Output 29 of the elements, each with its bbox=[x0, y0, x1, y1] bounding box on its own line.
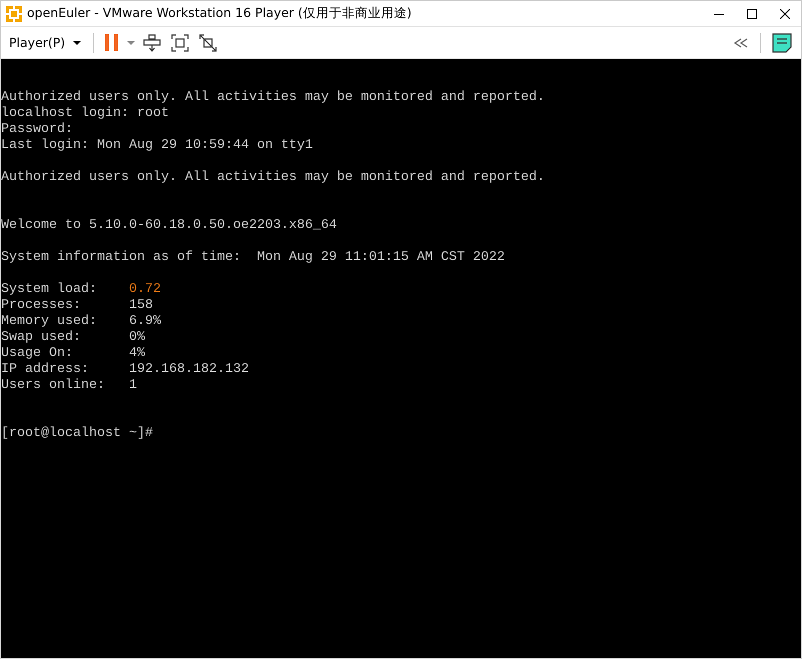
console-line: localhost login: root bbox=[1, 106, 170, 122]
maximize-icon bbox=[746, 8, 756, 18]
console-line: Authorized users only. All activities may be monitored and reported. bbox=[1, 90, 546, 106]
player-menu-button[interactable]: Player(P) bbox=[5, 30, 88, 56]
stat-value: 192.168.182.132 bbox=[129, 362, 249, 378]
stat-value: 0% bbox=[129, 330, 145, 346]
stat-label: Swap used: bbox=[1, 330, 82, 346]
stat-value: 4% bbox=[129, 346, 145, 362]
stat-label: Memory used: bbox=[1, 314, 98, 330]
stat-label: Users online: bbox=[1, 378, 106, 394]
stat-label: Processes: bbox=[1, 298, 82, 314]
console-line: System information as of time: Mon Aug 29 11:01:15 AM CST 2022 bbox=[1, 250, 506, 266]
caret-icon bbox=[73, 40, 82, 44]
console-line: Welcome to 5.10.0-60.18.0.50.oe2203.x86_64 bbox=[1, 218, 338, 234]
console-line: Password: bbox=[1, 122, 74, 138]
window-title: openEuler - VMware Workstation 16 Player (仅用于非商业用途) bbox=[27, 5, 412, 22]
app-logo-icon bbox=[5, 4, 23, 22]
stat-label: IP address: bbox=[1, 362, 90, 378]
console-line: Authorized users only. All activities may be monitored and reported. bbox=[1, 170, 546, 186]
close-icon bbox=[780, 8, 790, 18]
stat-value: 158 bbox=[129, 298, 153, 314]
stat-value: 6.9% bbox=[129, 314, 161, 330]
stat-label: System load: bbox=[1, 282, 98, 298]
stat-value: 0.72 bbox=[129, 282, 161, 298]
console-line: Last login: Mon Aug 29 10:59:44 on tty1 bbox=[1, 138, 314, 154]
console-line: [root@localhost ~]# bbox=[1, 426, 154, 442]
stat-value: 1 bbox=[129, 378, 137, 394]
stat-label: Usage On: bbox=[1, 346, 74, 362]
pause-icon bbox=[105, 34, 120, 51]
